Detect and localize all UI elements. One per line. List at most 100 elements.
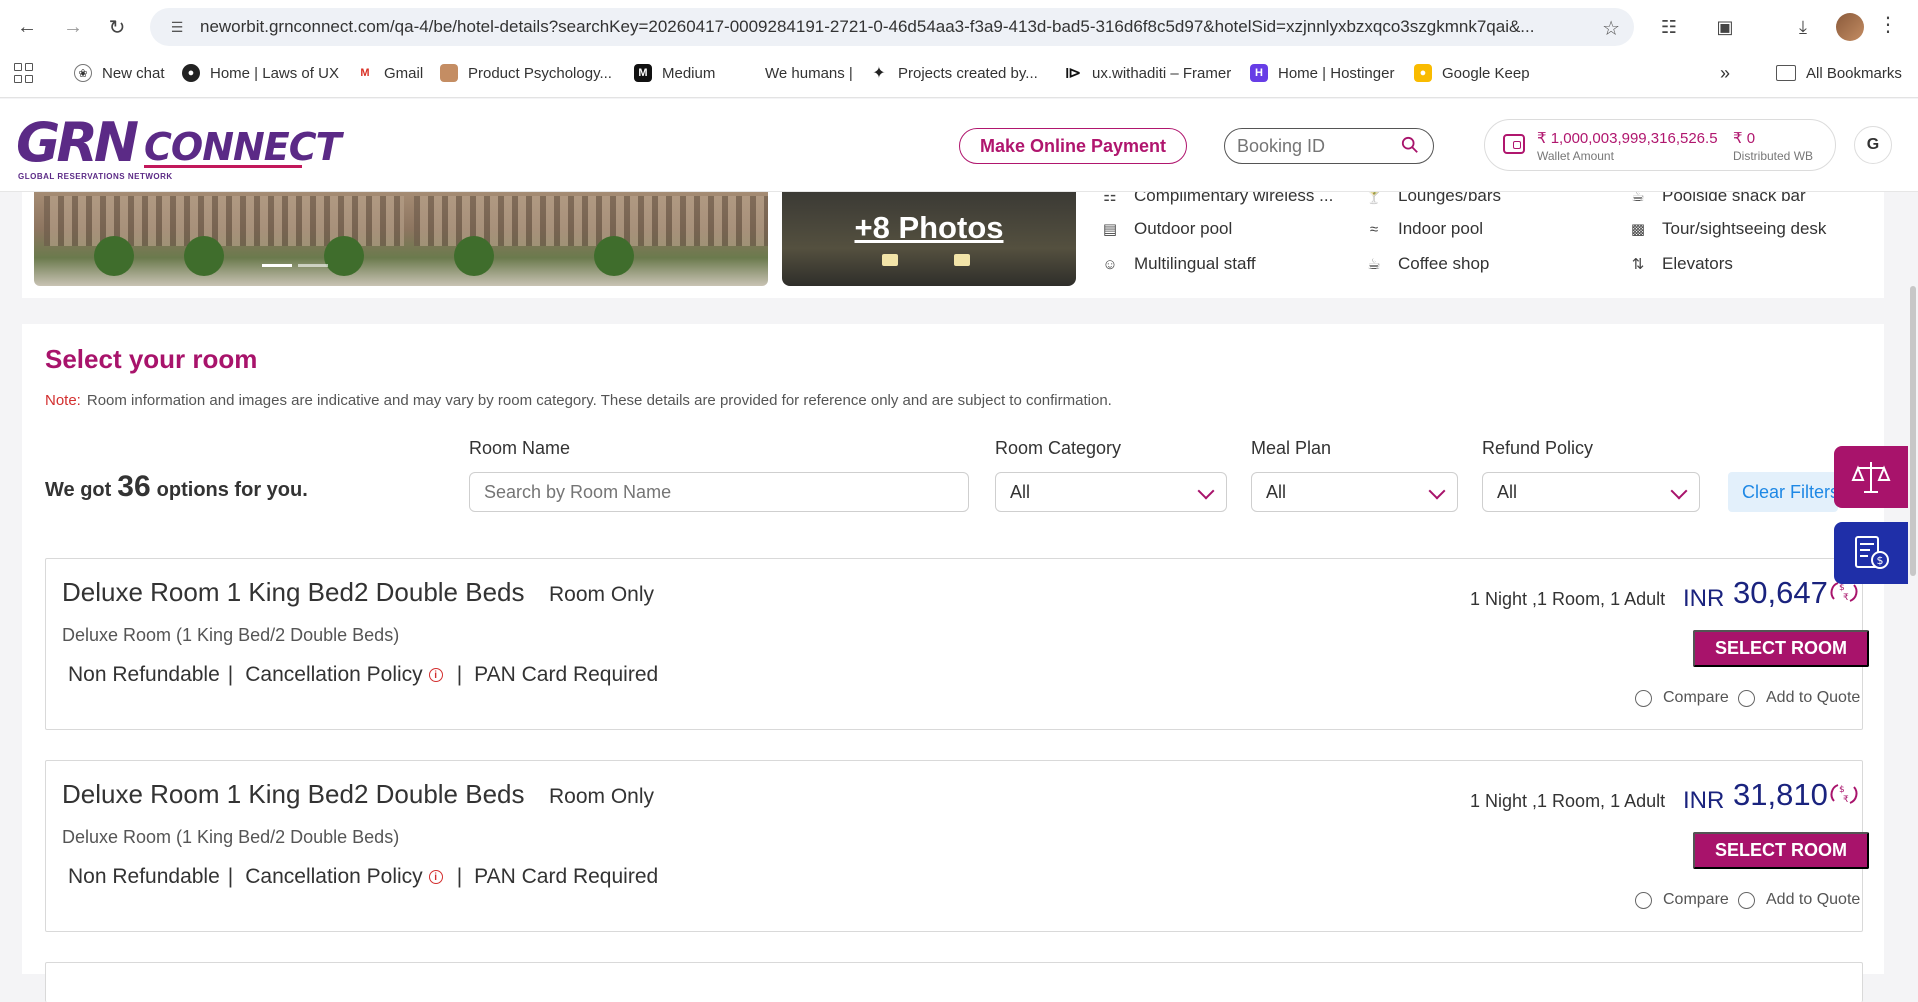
refund-policy-value: All	[1497, 481, 1518, 502]
svg-text:₹: ₹	[1843, 795, 1849, 805]
compare-option[interactable]: Compare	[1635, 689, 1729, 707]
info-icon[interactable]: i	[428, 668, 443, 682]
compare-option[interactable]: Compare	[1635, 891, 1729, 909]
more-photos-label[interactable]: +8 Photos	[782, 210, 1076, 246]
pan-required: PAN Card Required	[474, 663, 659, 686]
compare-radio[interactable]	[1635, 891, 1652, 909]
booking-id-search[interactable]	[1224, 128, 1434, 164]
staff-icon: ☺	[1102, 255, 1118, 273]
add-to-quote-label: Add to Quote	[1766, 891, 1861, 908]
amenity-label: Multilingual staff	[1134, 254, 1256, 273]
room-name-filter[interactable]	[469, 472, 969, 512]
compare-radio[interactable]	[1635, 689, 1652, 707]
more-photos-tile[interactable]: +8 Photos	[782, 192, 1076, 286]
room-category-select[interactable]: All	[995, 472, 1227, 512]
bookmark-framer[interactable]: ⧐ ux.withaditi – Framer	[1064, 60, 1231, 86]
meal-plan-value: All	[1266, 481, 1287, 502]
scale-balance-icon	[1851, 462, 1891, 493]
cancellation-policy-link[interactable]: Cancellation Policy	[245, 663, 422, 687]
meal-plan: Room Only	[549, 583, 655, 606]
select-room-button[interactable]: SELECT ROOM	[1693, 832, 1869, 869]
add-to-quote-radio[interactable]	[1738, 689, 1755, 707]
svg-text:$: $	[1839, 583, 1845, 593]
bookmark-medium[interactable]: M Medium	[634, 60, 715, 86]
coffee-icon: ☕	[1367, 256, 1381, 273]
bookmark-star-icon[interactable]: ☆	[1602, 16, 1620, 41]
scrollbar-thumb[interactable]	[1910, 286, 1916, 576]
refund-status: Non Refundable	[68, 663, 220, 686]
amenity-item: 🍸 Lounges/bars	[1364, 192, 1501, 206]
booking-id-input[interactable]	[1237, 135, 1397, 157]
add-to-quote-option[interactable]: Add to Quote	[1738, 891, 1860, 909]
amenity-item: ☕ Coffee shop	[1364, 254, 1489, 274]
make-online-payment-button[interactable]: Make Online Payment	[959, 128, 1187, 164]
room-price: 30,647	[1733, 575, 1828, 610]
cocktail-icon: 🍸	[1364, 192, 1384, 205]
amenity-label: Elevators	[1662, 254, 1733, 273]
snack-icon: ☕	[1631, 192, 1645, 205]
amenity-label: Indoor pool	[1398, 219, 1484, 238]
select-room-button[interactable]: SELECT ROOM	[1693, 630, 1869, 667]
user-avatar[interactable]: G	[1854, 126, 1892, 164]
all-bookmarks[interactable]: All Bookmarks	[1776, 60, 1902, 86]
browser-menu-icon[interactable]: ⋮	[1878, 12, 1898, 37]
clear-filters-button[interactable]: Clear Filters	[1728, 472, 1838, 512]
currency-convert-icon[interactable]: $₹	[1828, 779, 1860, 809]
room-card: Deluxe Room 1 King Bed2 Double Beds Room…	[45, 760, 1869, 932]
refund-status: Non Refundable	[68, 865, 220, 888]
sparkle-icon: ✦	[870, 64, 888, 82]
bookmark-hostinger[interactable]: H Home | Hostinger	[1250, 60, 1394, 86]
bookmark-new-chat[interactable]: ❀ New chat	[74, 60, 165, 86]
wallet-amount: ₹ 1,000,003,999,316,526.5	[1537, 130, 1718, 147]
bookmark-we-humans[interactable]: We humans |	[765, 60, 853, 86]
apps-grid-icon[interactable]	[14, 63, 34, 83]
room-note: Note: Room information and images are ind…	[45, 392, 1112, 409]
medium-icon: M	[634, 64, 652, 82]
distributed-amount: ₹ 0	[1733, 130, 1756, 147]
lamp	[954, 254, 970, 266]
bookmark-product-psychology[interactable]: Product Psychology...	[440, 60, 612, 86]
hotel-overview: +8 Photos ☷ Complimentary wireless ... 🍸 L…	[22, 192, 1884, 298]
tab-search-icon[interactable]: ▣	[1710, 12, 1740, 42]
refund-policy-select[interactable]: All	[1482, 472, 1700, 512]
address-bar[interactable]: ☰ neworbit.grnconnect.com/qa-4/be/hotel-…	[150, 8, 1634, 46]
gmail-icon: M	[356, 64, 374, 82]
bookmark-gmail[interactable]: M Gmail	[356, 60, 423, 86]
distributed-label: Distributed WB	[1733, 149, 1814, 163]
note-text: Room information and images are indicati…	[86, 392, 1112, 409]
room-name-search-input[interactable]	[484, 481, 944, 503]
tree	[94, 236, 134, 276]
more-bookmarks-icon[interactable]: »	[1720, 60, 1730, 86]
forward-arrow-icon[interactable]: →	[58, 12, 88, 42]
logo-subtitle: GLOBAL RESERVATIONS NETWORK	[18, 172, 173, 181]
wallet-amount-label: Wallet Amount	[1537, 149, 1614, 163]
room-name: Deluxe Room 1 King Bed2 Double Beds	[62, 577, 525, 607]
back-arrow-icon[interactable]: ←	[12, 12, 42, 42]
wallet-summary[interactable]: ₹ 1,000,003,999,316,526.5 Wallet Amount …	[1484, 119, 1836, 171]
quote-floating-button[interactable]: $	[1834, 522, 1908, 584]
info-icon[interactable]: i	[428, 870, 443, 884]
add-to-quote-option[interactable]: Add to Quote	[1738, 689, 1860, 707]
search-icon[interactable]	[1401, 136, 1419, 154]
bookmark-google-keep[interactable]: ● Google Keep	[1414, 60, 1530, 86]
extensions-icon[interactable]: ☷	[1654, 12, 1684, 42]
hotel-main-photo[interactable]	[34, 192, 768, 286]
section-title: Select your room	[45, 344, 258, 374]
add-to-quote-radio[interactable]	[1738, 891, 1755, 909]
profile-avatar[interactable]	[1836, 13, 1864, 41]
stay-summary: 1 Night ,1 Room, 1 Adult	[1470, 589, 1666, 609]
meal-plan-select[interactable]: All	[1251, 472, 1458, 512]
site-info-icon[interactable]: ☰	[166, 16, 188, 38]
reload-icon[interactable]: ↻	[102, 12, 132, 42]
grn-connect-logo[interactable]: GRN CONNECT GLOBAL RESERVATIONS NETWORK	[16, 113, 342, 182]
carousel-dots[interactable]	[262, 264, 328, 267]
download-icon[interactable]: ⤓	[1788, 12, 1818, 42]
url-text[interactable]: neworbit.grnconnect.com/qa-4/be/hotel-de…	[200, 17, 1580, 37]
cancellation-policy-link[interactable]: Cancellation Policy	[245, 865, 422, 889]
compare-floating-button[interactable]	[1834, 446, 1908, 508]
tree	[594, 236, 634, 276]
bookmark-laws-of-ux[interactable]: ● Home | Laws of UX	[182, 60, 339, 86]
room-category-filter-label: Room Category	[995, 438, 1122, 458]
currency: INR	[1683, 585, 1725, 612]
bookmark-projects[interactable]: ✦ Projects created by...	[870, 60, 1038, 86]
